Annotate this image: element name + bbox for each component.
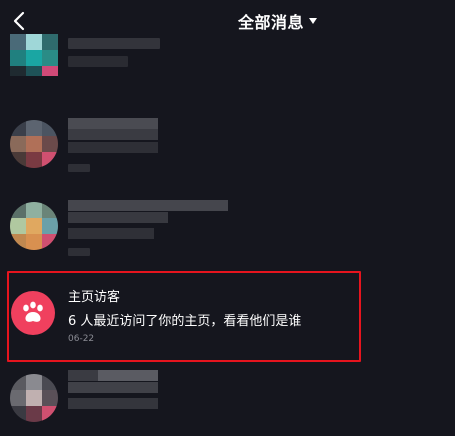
visitor-title: 主页访客 [68,290,121,305]
blurred-text [98,370,158,381]
blurred-date [68,248,90,256]
blurred-text [68,56,128,67]
visitor-avatar [11,291,55,335]
paw-icon [23,301,43,322]
avatar-blurred [10,120,58,168]
avatar-blurred [10,34,58,76]
blurred-text [68,212,168,223]
visitor-message: 6 人最近访问了你的主页，看看他们是谁 [68,314,302,329]
blurred-date [68,164,90,172]
blurred-text [68,118,158,129]
message-list-screen: 全部消息 主页访客 6 人最近访问了你的主页，看看他们是谁 06-22 [0,0,455,436]
blurred-text [68,228,154,239]
list-item-blurred-1[interactable] [0,34,455,84]
visitor-date: 06-22 [68,334,95,344]
blurred-text [68,38,160,49]
page-title: 全部消息 [238,13,305,32]
list-item-blurred-3[interactable] [0,196,455,266]
blurred-text [68,200,228,211]
list-item-blurred-2[interactable] [0,112,455,182]
blurred-text [68,398,158,409]
chevron-left-icon [13,11,25,31]
blurred-text [68,142,158,153]
blurred-text [68,382,158,393]
blurred-text [68,370,98,381]
list-item-blurred-4[interactable] [0,368,455,436]
blurred-text [68,129,158,140]
avatar-blurred [10,202,58,250]
avatar-blurred [10,374,58,422]
back-button[interactable] [6,6,36,36]
message-filter-dropdown[interactable]: 全部消息 [238,8,318,34]
caret-down-icon [309,18,318,24]
